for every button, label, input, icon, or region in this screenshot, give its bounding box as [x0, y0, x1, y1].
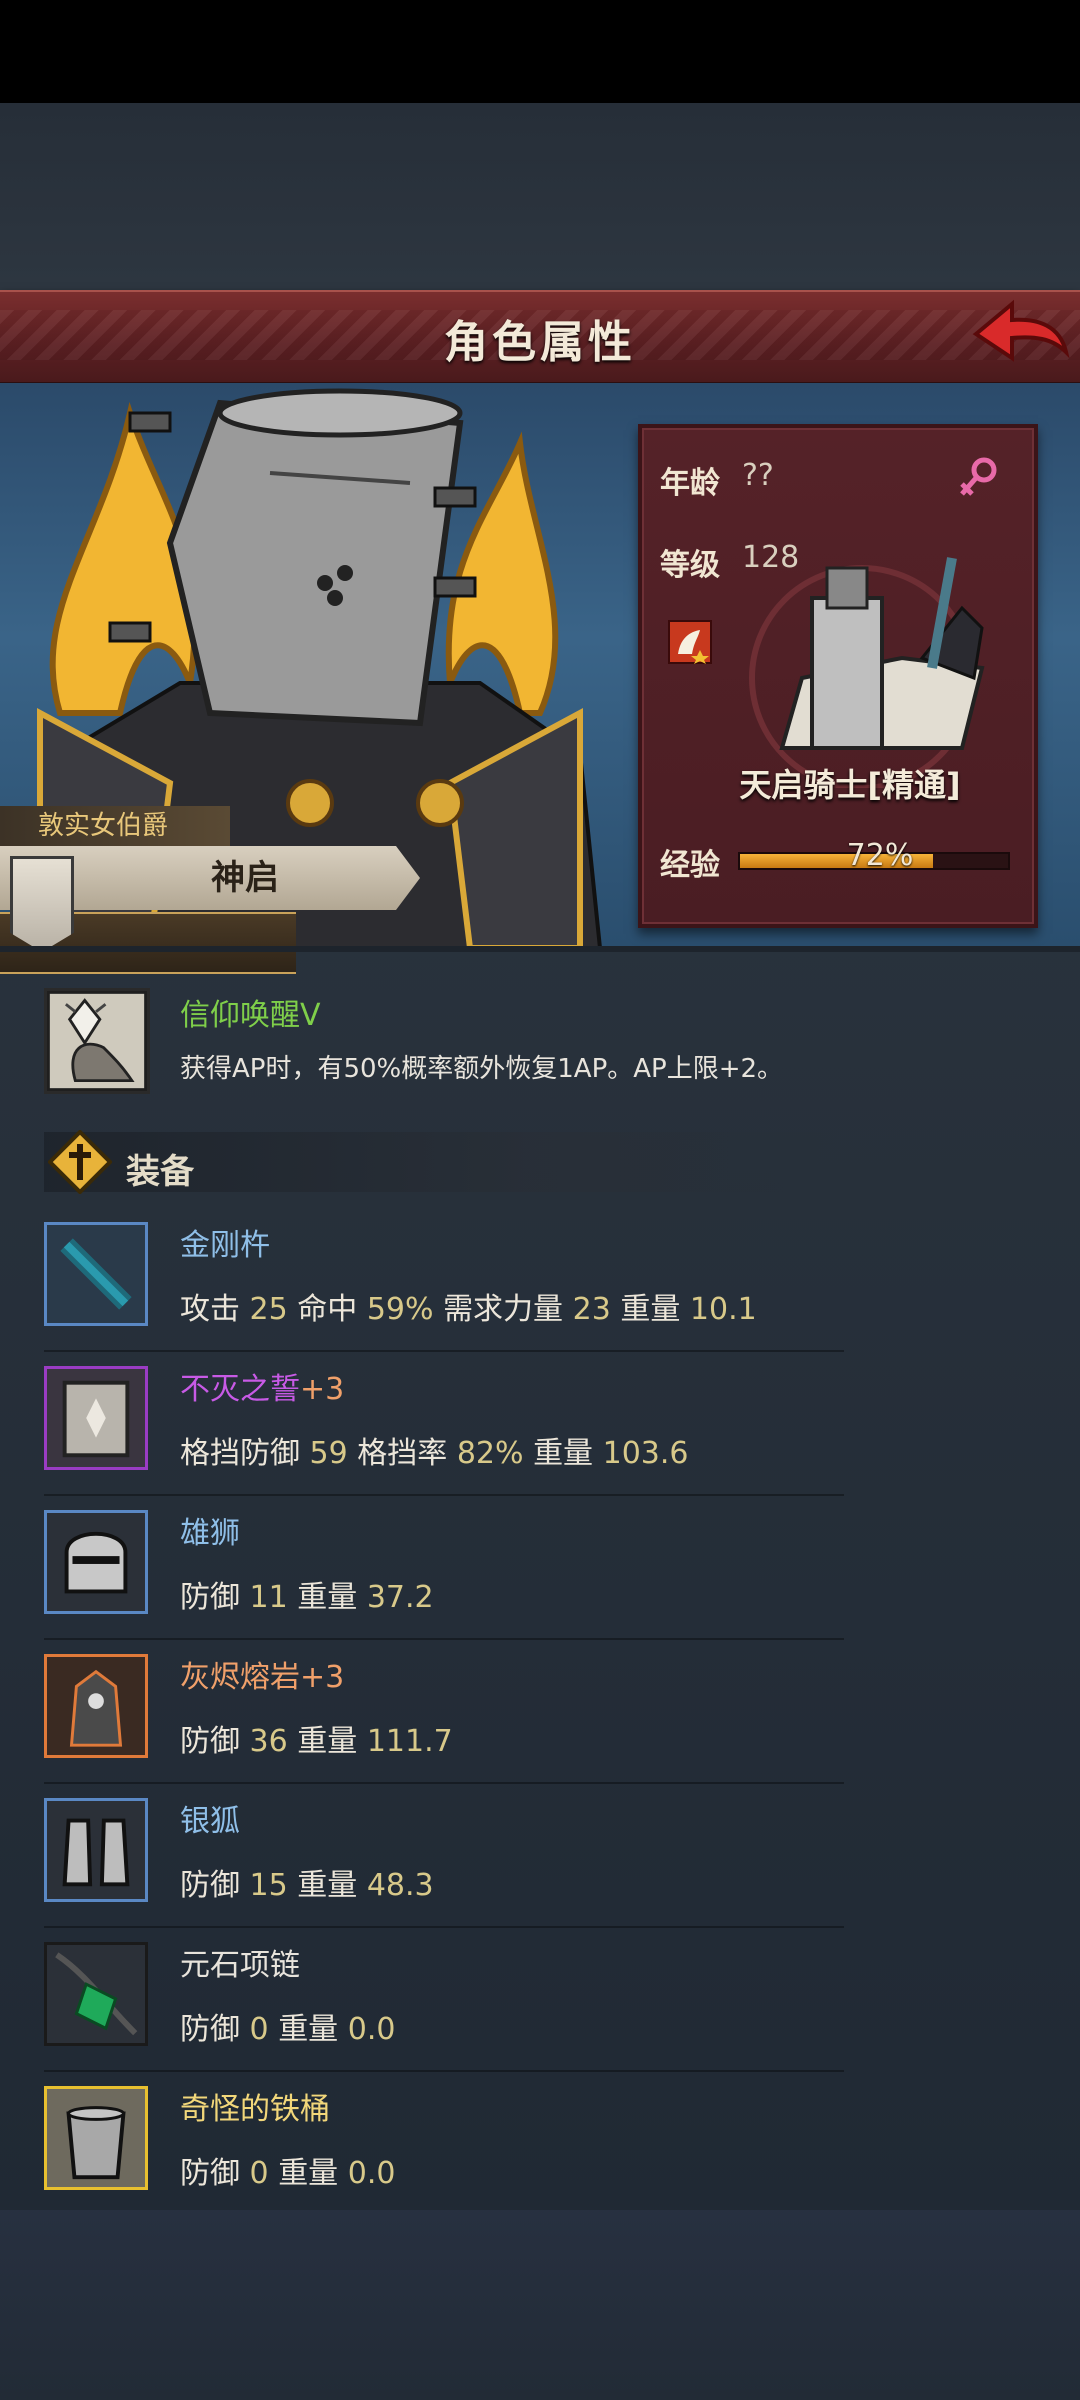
- iron-bucket-icon[interactable]: [44, 2086, 148, 2190]
- shield-icon[interactable]: [44, 1366, 148, 1470]
- stat-value: 0.0: [347, 2012, 396, 2047]
- stat-key: 重量: [620, 1292, 690, 1327]
- equipment-name[interactable]: 金刚杵: [180, 1220, 270, 1264]
- stat-key: 防御: [180, 1868, 250, 1903]
- vajra-icon[interactable]: [44, 1222, 148, 1326]
- equipment-stats: 防御 11 重量 37.2: [180, 1572, 434, 1616]
- stat-value: 59: [309, 1436, 348, 1471]
- equipment-separator: [44, 1494, 844, 1496]
- class-horse-icon[interactable]: [668, 620, 712, 664]
- faith-awakening-skill-icon[interactable]: [44, 988, 150, 1094]
- equipment-separator: [44, 1638, 844, 1640]
- equipment-enhance-level: +3: [300, 1660, 345, 1695]
- banner-flag-icon: [10, 856, 74, 952]
- equipment-name-text: 灰烬熔岩: [180, 1660, 300, 1695]
- stat-key: 重量: [533, 1436, 603, 1471]
- stat-value: 10.1: [689, 1292, 757, 1327]
- age-label: 年龄: [660, 466, 720, 501]
- equipment-name-text: 金刚杵: [180, 1228, 270, 1263]
- stat-value: 11: [249, 1580, 288, 1615]
- stat-key: 命中: [297, 1292, 367, 1327]
- stat-key: 重量: [278, 2012, 348, 2047]
- stat-key: 防御: [180, 1724, 250, 1759]
- character-title: 敦实女伯爵: [0, 806, 230, 846]
- equipment-separator: [44, 1782, 844, 1784]
- stat-key: 防御: [180, 2012, 250, 2047]
- equipment-stats: 防御 0 重量 0.0: [180, 2004, 395, 2048]
- class-knight-portrait: [749, 557, 985, 788]
- equipment-stats: 防御 36 重量 111.7: [180, 1716, 453, 1760]
- section-divider: [0, 946, 1080, 952]
- stat-key: 重量: [297, 1724, 367, 1759]
- stat-value: 82%: [456, 1436, 524, 1471]
- equipment-stats: 攻击 25 命中 59% 需求力量 23 重量 10.1: [180, 1284, 757, 1328]
- equipment-enhance-level: +3: [300, 1372, 345, 1407]
- equipment-stats: 防御 0 重量 0.0: [180, 2148, 395, 2192]
- cross-icon: [48, 1130, 112, 1194]
- stat-value: 0: [249, 2156, 269, 2191]
- equipment-name[interactable]: 元石项链: [180, 1940, 300, 1984]
- level-label: 等级: [660, 548, 720, 583]
- skill-description: 获得AP时，有50%概率额外恢复1AP。AP上限+2。: [180, 1054, 784, 1084]
- equipment-name-text: 奇怪的铁桶: [180, 2092, 330, 2127]
- stat-key: 防御: [180, 1580, 250, 1615]
- equipment-name[interactable]: 不灭之誓+3: [180, 1364, 344, 1408]
- necklace-icon[interactable]: [44, 1942, 148, 2046]
- class-name: 天启骑士[精通]: [739, 766, 961, 804]
- skill-name: 信仰唤醒V: [180, 998, 321, 1033]
- stat-key: 重量: [278, 2156, 348, 2191]
- female-icon: [960, 457, 997, 496]
- stat-key: 格挡率: [357, 1436, 457, 1471]
- back-arrow-icon[interactable]: [968, 296, 1070, 372]
- page-title: 角色属性: [444, 317, 636, 368]
- stat-key: 防御: [180, 2156, 250, 2191]
- bottom-area: [0, 2210, 1080, 2400]
- exp-label: 经验: [660, 848, 720, 883]
- stat-value: 23: [572, 1292, 611, 1327]
- stat-value: 0.0: [347, 2156, 396, 2191]
- equipment-header-title: 装备: [126, 1152, 194, 1192]
- equipment-name[interactable]: 雄狮: [180, 1508, 240, 1552]
- stat-key: 需求力量: [443, 1292, 573, 1327]
- equipment-stats: 防御 15 重量 48.3: [180, 1860, 434, 1904]
- equipment-name-text: 银狐: [180, 1804, 240, 1839]
- stat-key: 重量: [297, 1580, 367, 1615]
- equipment-separator: [44, 2070, 844, 2072]
- status-bar-area: [0, 0, 1080, 103]
- helmet-icon[interactable]: [44, 1510, 148, 1614]
- equipment-name[interactable]: 奇怪的铁桶: [180, 2084, 330, 2128]
- stat-value: 59%: [366, 1292, 434, 1327]
- stat-key: 重量: [297, 1868, 367, 1903]
- equipment-name[interactable]: 银狐: [180, 1796, 240, 1840]
- equipment-name-text: 元石项链: [180, 1948, 300, 1983]
- stat-value: 111.7: [366, 1724, 453, 1759]
- equipment-name-text: 不灭之誓: [180, 1372, 300, 1407]
- exp-value: 72%: [846, 838, 914, 873]
- stat-value: 37.2: [366, 1580, 434, 1615]
- stat-value: 48.3: [366, 1868, 434, 1903]
- boots-icon[interactable]: [44, 1798, 148, 1902]
- equipment-separator: [44, 1926, 844, 1928]
- stat-key: 攻击: [180, 1292, 250, 1327]
- equipment-name-text: 雄狮: [180, 1516, 240, 1551]
- stat-value: 0: [249, 2012, 269, 2047]
- age-value: ??: [742, 458, 774, 493]
- armor-icon[interactable]: [44, 1654, 148, 1758]
- equipment-separator: [44, 1350, 844, 1352]
- equipment-name[interactable]: 灰烬熔岩+3: [180, 1652, 344, 1696]
- stat-value: 103.6: [602, 1436, 689, 1471]
- character-name[interactable]: 神启: [120, 846, 370, 910]
- stat-key: 格挡防御: [180, 1436, 310, 1471]
- stat-value: 36: [249, 1724, 288, 1759]
- stat-value: 15: [249, 1868, 288, 1903]
- stat-value: 25: [249, 1292, 288, 1327]
- equipment-stats: 格挡防御 59 格挡率 82% 重量 103.6: [180, 1428, 689, 1472]
